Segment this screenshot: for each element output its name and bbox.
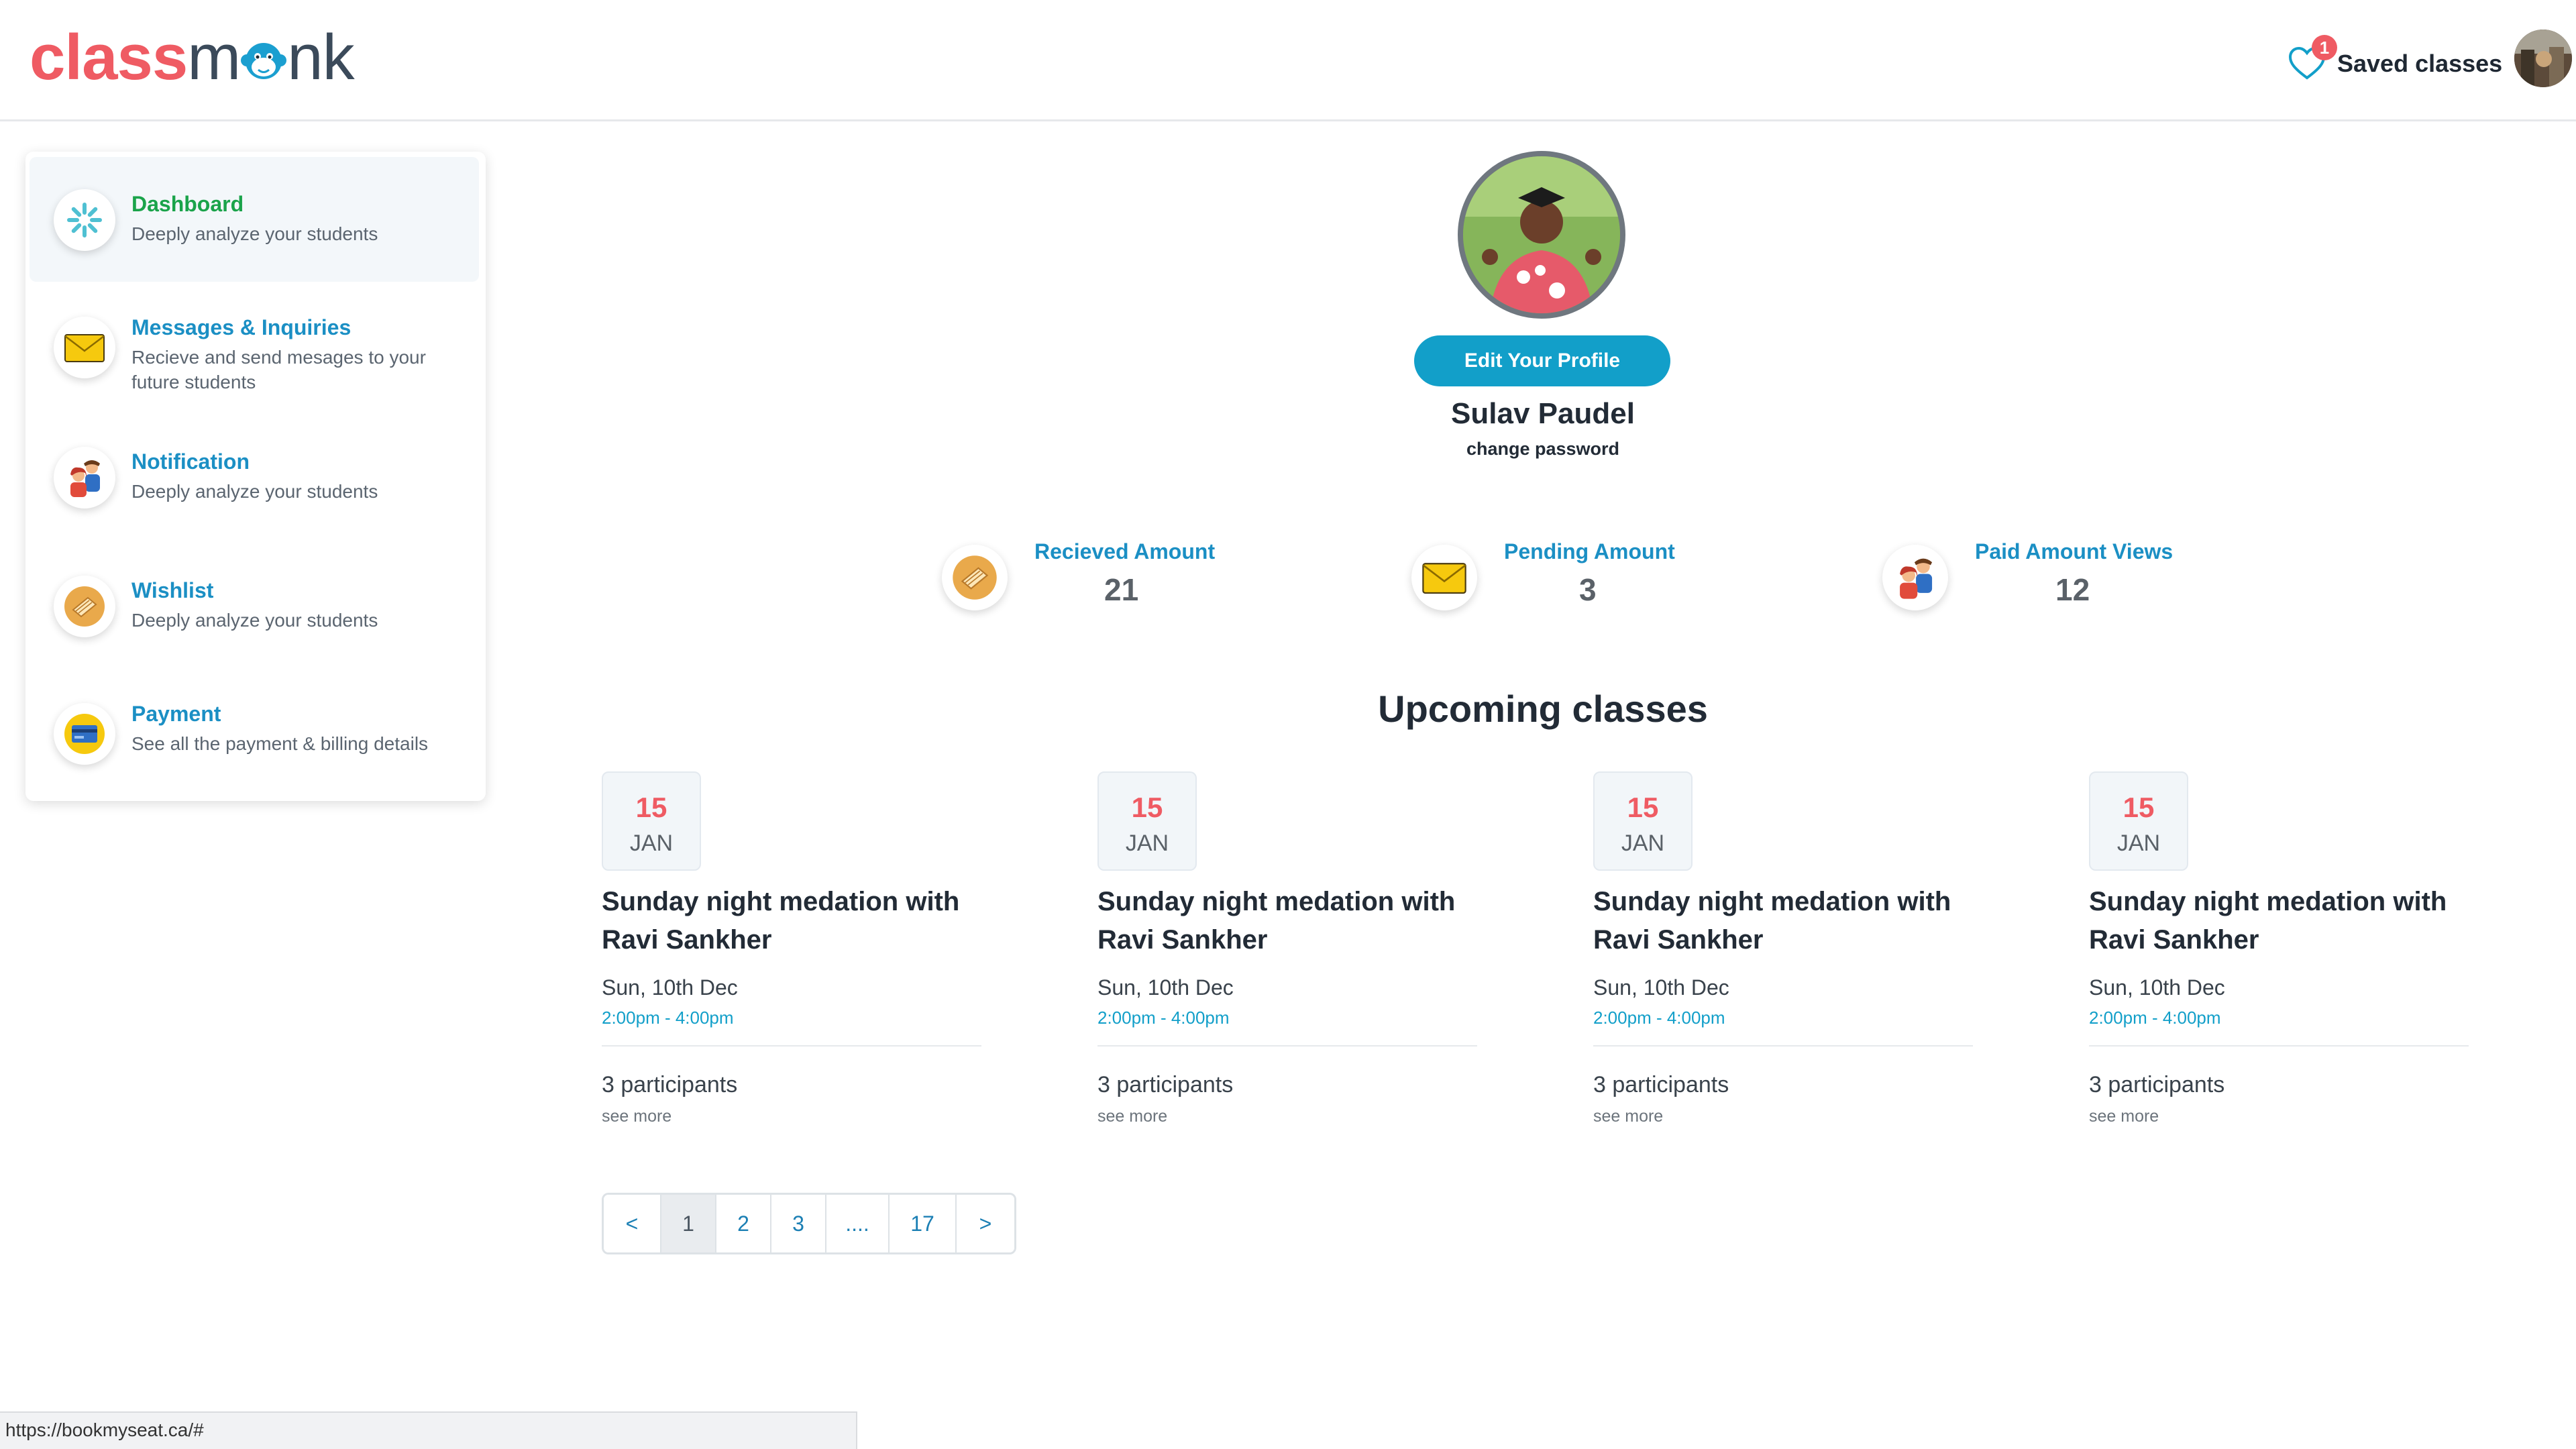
sidebar-item-payment[interactable]: Payment See all the payment & billing de…	[30, 672, 479, 797]
sidebar-item-dashboard[interactable]: Dashboard Deeply analyze your students	[30, 157, 479, 282]
change-password-link[interactable]: change password	[1275, 439, 1811, 460]
classmonk-logo[interactable]: classm nk	[30, 25, 355, 90]
date-month: JAN	[2116, 830, 2161, 856]
edit-profile-button[interactable]: Edit Your Profile	[1414, 335, 1670, 386]
see-more-link[interactable]: see more	[1593, 1107, 1663, 1126]
stat-value: 12	[2055, 572, 2090, 607]
sidebar-item-desc: Recieve and send mesages to your future …	[131, 347, 426, 392]
sidebar-item-desc: Deeply analyze your students	[131, 610, 378, 631]
sidebar-item-title: Messages & Inquiries	[131, 315, 352, 339]
book-icon	[942, 545, 1008, 610]
sidebar-item-messages[interactable]: Messages & Inquiries Recieve and send me…	[30, 286, 479, 411]
stat-label: Recieved Amount	[1034, 539, 1216, 564]
sidebar-item-desc: Deeply analyze your students	[131, 223, 378, 244]
heart-icon: 1	[2288, 35, 2337, 83]
class-time: 2:00pm - 4:00pm	[1593, 1008, 1725, 1028]
envelope-icon	[1411, 545, 1477, 610]
profile-name: Sulav Paudel	[1451, 397, 1635, 430]
pagination-page-2[interactable]: 2	[716, 1195, 771, 1252]
sidebar-item-title: Notification	[131, 449, 250, 474]
upcoming-classes-heading: Upcoming classes	[1378, 688, 1708, 730]
sidebar-item-notification[interactable]: Notification Deeply analyze your student…	[30, 415, 479, 539]
saved-count-badge: 1	[2312, 35, 2337, 60]
stat-value: 21	[1104, 572, 1139, 607]
class-time: 2:00pm - 4:00pm	[2089, 1008, 2221, 1028]
pagination-next-button[interactable]: >	[957, 1195, 1014, 1252]
date-month: JAN	[1621, 830, 1665, 856]
people-icon	[1882, 545, 1948, 610]
profile-photo[interactable]	[1458, 151, 1625, 319]
envelope-icon	[54, 317, 115, 378]
see-more-link[interactable]: see more	[1097, 1107, 1167, 1126]
stat-value: 3	[1579, 572, 1597, 607]
pagination-prev-button[interactable]: <	[604, 1195, 661, 1252]
book-icon	[54, 576, 115, 637]
saved-classes-link[interactable]: 1 Saved classes	[2288, 35, 2503, 91]
date-day: 15	[1627, 792, 1659, 823]
see-more-link[interactable]: see more	[602, 1107, 672, 1126]
pagination-page-1[interactable]: 1	[661, 1195, 716, 1252]
sidebar-item-title: Dashboard	[131, 192, 244, 216]
pagination-page-17[interactable]: 17	[890, 1195, 957, 1252]
saved-classes-label: Saved classes	[2337, 50, 2503, 77]
class-title[interactable]: Sunday night medation with Ravi Sankher	[2089, 883, 2491, 959]
date-month: JAN	[629, 830, 674, 856]
pagination: < 1 2 3 .... 17 >	[602, 1193, 1016, 1254]
browser-status-url: https://bookmyseat.ca/#	[0, 1411, 857, 1449]
monkey-logo-icon	[240, 31, 287, 79]
sidebar-item-desc: Deeply analyze your students	[131, 481, 378, 502]
class-card[interactable]: 15 JAN Sunday night medation with Ravi S…	[2089, 771, 2478, 1134]
top-header: classm nk 1 Saved classes	[0, 0, 2576, 121]
class-card[interactable]: 15 JAN Sunday night medation with Ravi S…	[1593, 771, 1982, 1134]
sidebar-item-title: Payment	[131, 702, 221, 726]
class-date: Sun, 10th Dec	[2089, 975, 2225, 1000]
class-time: 2:00pm - 4:00pm	[602, 1008, 734, 1028]
class-title[interactable]: Sunday night medation with Ravi Sankher	[1593, 883, 1996, 959]
date-month: JAN	[1125, 830, 1169, 856]
stat-label: Pending Amount	[1504, 539, 1675, 564]
divider	[1097, 1045, 1477, 1046]
class-title[interactable]: Sunday night medation with Ravi Sankher	[1097, 883, 1500, 959]
class-card[interactable]: 15 JAN Sunday night medation with Ravi S…	[1097, 771, 1487, 1134]
date-badge: 15 JAN	[1593, 771, 1693, 871]
class-date: Sun, 10th Dec	[1593, 975, 1729, 1000]
date-badge: 15 JAN	[2089, 771, 2188, 871]
class-date: Sun, 10th Dec	[1097, 975, 1234, 1000]
divider	[602, 1045, 981, 1046]
pagination-ellipsis: ....	[826, 1195, 890, 1252]
dashboard-icon	[54, 189, 115, 251]
date-day: 15	[635, 792, 667, 823]
date-day: 15	[2123, 792, 2155, 823]
class-participants: 3 participants	[2089, 1072, 2225, 1097]
credit-card-icon	[54, 703, 115, 765]
date-day: 15	[1131, 792, 1163, 823]
sidebar-item-desc: See all the payment & billing details	[131, 733, 429, 754]
pagination-page-3[interactable]: 3	[771, 1195, 826, 1252]
class-date: Sun, 10th Dec	[602, 975, 738, 1000]
see-more-link[interactable]: see more	[2089, 1107, 2159, 1126]
class-participants: 3 participants	[1097, 1072, 1234, 1097]
class-title[interactable]: Sunday night medation with Ravi Sankher	[602, 883, 1004, 959]
sidebar-item-wishlist[interactable]: Wishlist Deeply analyze your students	[30, 543, 479, 668]
user-avatar[interactable]	[2514, 30, 2572, 87]
logo-text-nk: nk	[287, 21, 354, 93]
logo-text-m: m	[187, 21, 241, 93]
date-badge: 15 JAN	[602, 771, 701, 871]
people-icon	[54, 447, 115, 508]
class-card[interactable]: 15 JAN Sunday night medation with Ravi S…	[602, 771, 991, 1134]
sidebar-item-title: Wishlist	[131, 578, 214, 602]
date-badge: 15 JAN	[1097, 771, 1197, 871]
stat-label: Paid Amount Views	[1975, 539, 2174, 564]
class-time: 2:00pm - 4:00pm	[1097, 1008, 1230, 1028]
class-participants: 3 participants	[1593, 1072, 1729, 1097]
divider	[2089, 1045, 2469, 1046]
sidebar-menu: Dashboard Deeply analyze your students M…	[25, 152, 486, 801]
logo-text-class: class	[30, 21, 188, 93]
class-participants: 3 participants	[602, 1072, 738, 1097]
divider	[1593, 1045, 1973, 1046]
